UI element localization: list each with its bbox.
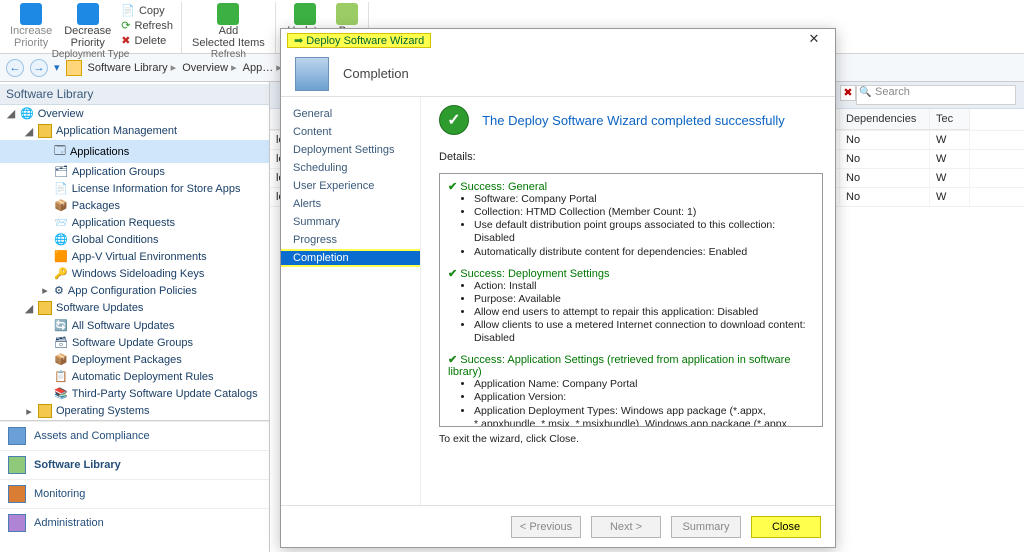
tree-header: Software Library	[0, 84, 269, 105]
copy-button[interactable]: 📄Copy	[117, 3, 177, 18]
refresh-icon	[294, 3, 316, 25]
detail-section-head: Success: Application Settings (retrieved…	[448, 353, 814, 378]
tree-global[interactable]: 🌐Global Conditions	[0, 231, 269, 248]
wizard-steps: GeneralContentDeployment SettingsSchedul…	[281, 97, 421, 505]
ws-monitor[interactable]: Monitoring	[0, 479, 269, 508]
wizard-step[interactable]: Deployment Settings	[281, 141, 420, 159]
plus-icon	[217, 3, 239, 25]
detail-section-head: Success: General	[448, 180, 814, 193]
detail-item: Application Version:	[474, 391, 814, 404]
ws-admin[interactable]: Administration	[0, 508, 269, 537]
wizard-header: Completion	[343, 66, 409, 81]
wizard-step[interactable]: User Experience	[281, 177, 420, 195]
decrease-priority-button[interactable]: Decrease Priority	[58, 2, 117, 49]
library-icon	[8, 456, 26, 474]
deploy-software-wizard: Deploy Software Wizard ✕ Completion Gene…	[280, 28, 836, 548]
tree-applications[interactable]: 🗔Applications	[0, 140, 269, 163]
wizard-step[interactable]: Content	[281, 123, 420, 141]
increase-priority-button[interactable]: Increase Priority	[4, 2, 58, 49]
monitor-icon	[8, 485, 26, 503]
ws-swlib[interactable]: Software Library	[0, 450, 269, 479]
tree-app-groups[interactable]: 🗂Application Groups	[0, 163, 269, 180]
tree-allsu[interactable]: 🔄All Software Updates	[0, 317, 269, 334]
detail-item: Allow end users to attempt to repair thi…	[474, 306, 814, 319]
tree-app-management[interactable]: ◢Application Management	[0, 122, 269, 140]
arrow-down-icon	[77, 3, 99, 25]
dropdown-icon[interactable]: ▾	[54, 61, 60, 74]
tree-requests[interactable]: 📨Application Requests	[0, 214, 269, 231]
app-icon: 🗔	[54, 142, 66, 161]
next-button: Next >	[591, 516, 661, 538]
wizard-step[interactable]: Summary	[281, 213, 420, 231]
admin-icon	[8, 514, 26, 532]
summary-button: Summary	[671, 516, 741, 538]
delete-button[interactable]: ✖Delete	[117, 33, 177, 48]
folder-icon	[66, 60, 82, 76]
copy-icon: 📄	[121, 4, 135, 17]
tree-sug[interactable]: 🗃Software Update Groups	[0, 334, 269, 351]
wizard-step[interactable]: Scheduling	[281, 159, 420, 177]
detail-item: Automatically distribute content for dep…	[474, 246, 814, 259]
col-dependencies[interactable]: Dependencies	[840, 109, 930, 130]
tree-license[interactable]: 📄License Information for Store Apps	[0, 180, 269, 197]
detail-item: Allow clients to use a metered Internet …	[474, 319, 814, 345]
details-box[interactable]: Success: GeneralSoftware: Company Portal…	[439, 173, 823, 427]
close-button[interactable]: Close	[751, 516, 821, 538]
wizard-title: Deploy Software Wizard	[287, 33, 431, 48]
detail-item: Use default distribution point groups as…	[474, 219, 814, 245]
search-input[interactable]: Search	[856, 85, 1016, 105]
tree-appv[interactable]: 🟧App-V Virtual Environments	[0, 248, 269, 265]
prev-button: < Previous	[511, 516, 581, 538]
detail-item: Collection: HTMD Collection (Member Coun…	[474, 206, 814, 219]
group-label: Deployment Type	[52, 49, 130, 61]
assets-icon	[8, 427, 26, 445]
tree-dp[interactable]: 📦Deployment Packages	[0, 351, 269, 368]
col-tech[interactable]: Tec	[930, 109, 970, 130]
delete-icon: ✖	[121, 34, 130, 47]
group-label: Refresh	[211, 49, 246, 61]
wizard-icon	[295, 57, 329, 91]
ws-assets[interactable]: Assets and Compliance	[0, 421, 269, 450]
back-icon[interactable]: ←	[6, 59, 24, 77]
detail-item: Application Name: Company Portal	[474, 378, 814, 391]
tree-tpsu[interactable]: 📚Third-Party Software Update Catalogs	[0, 385, 269, 402]
exit-message: To exit the wizard, click Close.	[439, 433, 823, 445]
forward-icon[interactable]: →	[30, 59, 48, 77]
detail-item: Software: Company Portal	[474, 193, 814, 206]
workspace-switcher: Assets and Compliance Software Library M…	[0, 420, 269, 537]
arrow-up-icon	[20, 3, 42, 25]
tree-overview[interactable]: ◢🌐Overview	[0, 105, 269, 122]
detail-item: Application Deployment Types: Windows ap…	[474, 405, 814, 428]
tree-adr[interactable]: 📋Automatic Deployment Rules	[0, 368, 269, 385]
tree-appcfg[interactable]: ▸⚙App Configuration Policies	[0, 282, 269, 299]
nav-tree: Software Library ◢🌐Overview ◢Application…	[0, 82, 270, 552]
wizard-step[interactable]: Progress	[281, 231, 420, 249]
tree-packages[interactable]: 📦Packages	[0, 197, 269, 214]
details-label: Details:	[439, 151, 823, 163]
refresh-icon: ⟳	[121, 19, 130, 32]
crumb[interactable]: App…	[243, 61, 282, 74]
tree-sideload[interactable]: 🔑Windows Sideloading Keys	[0, 265, 269, 282]
wizard-step[interactable]: General	[281, 105, 420, 123]
wizard-step[interactable]: Alerts	[281, 195, 420, 213]
detail-section-head: Success: Deployment Settings	[448, 267, 814, 280]
crumb[interactable]: Overview	[182, 61, 236, 74]
refresh-button[interactable]: ⟳Refresh	[117, 18, 177, 33]
tree-software-updates[interactable]: ◢Software Updates	[0, 299, 269, 317]
clear-icon[interactable]: ✖	[840, 85, 856, 101]
detail-item: Action: Install	[474, 280, 814, 293]
wizard-step[interactable]: Completion	[281, 249, 420, 267]
wizard-headline: The Deploy Software Wizard completed suc…	[482, 113, 785, 128]
detail-item: Purpose: Available	[474, 293, 814, 306]
close-icon[interactable]: ✕	[799, 30, 829, 50]
success-icon: ✓	[439, 105, 469, 135]
package-icon	[336, 3, 358, 25]
tree-os[interactable]: ▸Operating Systems	[0, 402, 269, 420]
crumb[interactable]: Software Library	[88, 61, 177, 74]
add-selected-button[interactable]: Add Selected Items	[186, 2, 271, 49]
